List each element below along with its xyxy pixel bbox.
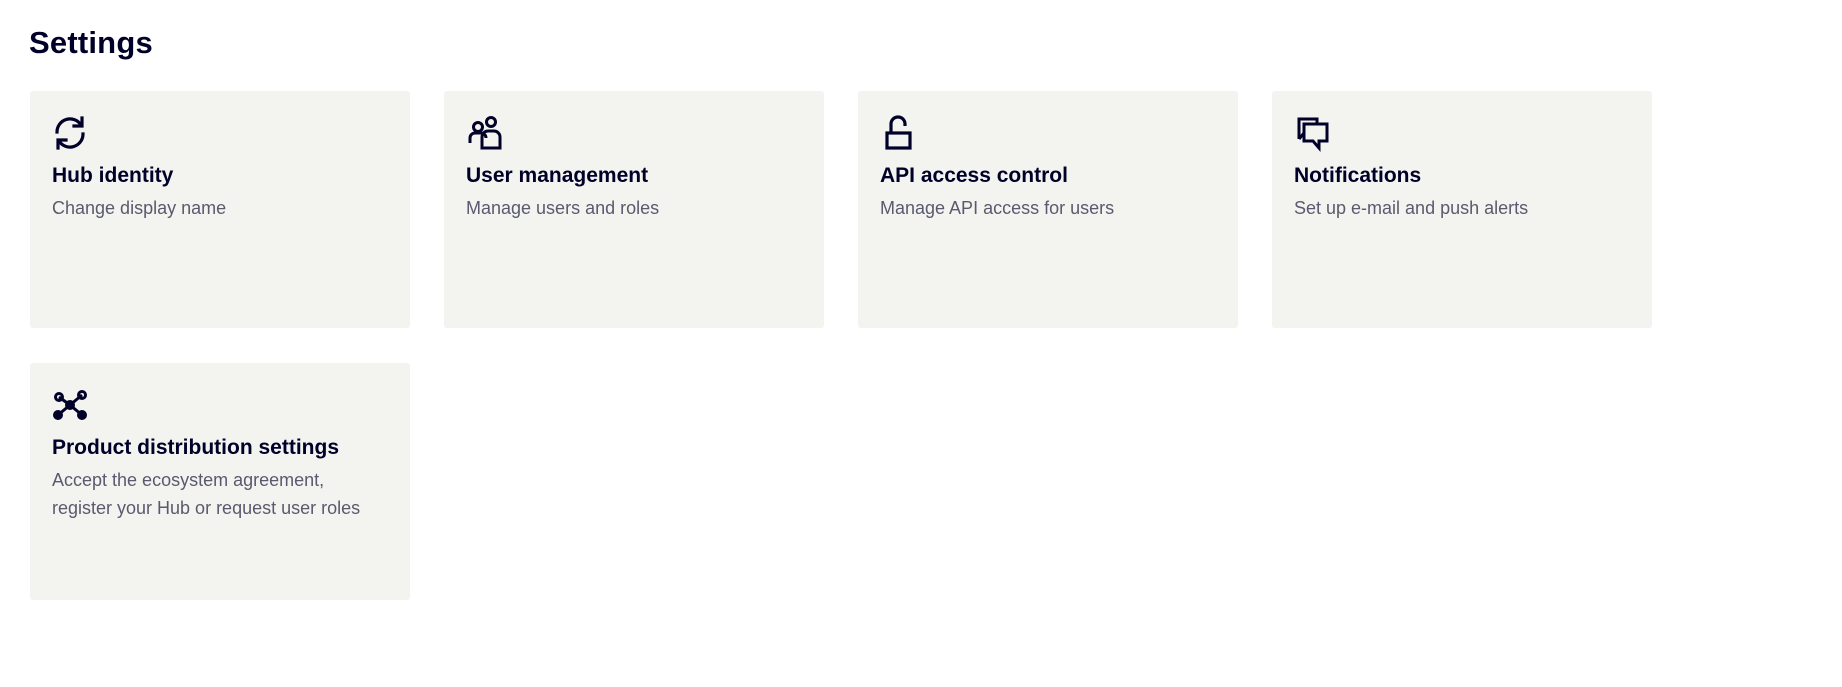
unlock-icon xyxy=(878,113,918,153)
refresh-icon xyxy=(50,113,90,153)
card-title: API access control xyxy=(880,164,1068,187)
api-access-control-card[interactable]: API access control Manage API access for… xyxy=(858,91,1238,328)
card-title: User management xyxy=(466,164,649,187)
chat-bubbles-icon xyxy=(1292,113,1332,153)
card-description: Manage API access for users xyxy=(880,198,1115,219)
hub-identity-card[interactable]: Hub identity Change display name xyxy=(30,91,410,328)
card-description: Accept the ecosystem agreement, register… xyxy=(52,470,361,519)
users-icon xyxy=(464,113,504,153)
settings-card-grid: Hub identity Change display name User ma… xyxy=(30,91,1652,600)
notifications-card[interactable]: Notifications Set up e-mail and push ale… xyxy=(1272,91,1652,328)
card-title: Product distribution settings xyxy=(52,436,339,459)
product-distribution-settings-card[interactable]: Product distribution settings Accept the… xyxy=(30,363,410,600)
page-title: Settings xyxy=(29,25,153,60)
card-description: Change display name xyxy=(52,198,227,219)
network-icon xyxy=(50,385,90,425)
card-title: Hub identity xyxy=(52,164,174,187)
user-management-card[interactable]: User management Manage users and roles xyxy=(444,91,824,328)
card-description: Manage users and roles xyxy=(466,198,660,219)
card-description: Set up e-mail and push alerts xyxy=(1294,198,1529,219)
card-title: Notifications xyxy=(1294,164,1422,187)
